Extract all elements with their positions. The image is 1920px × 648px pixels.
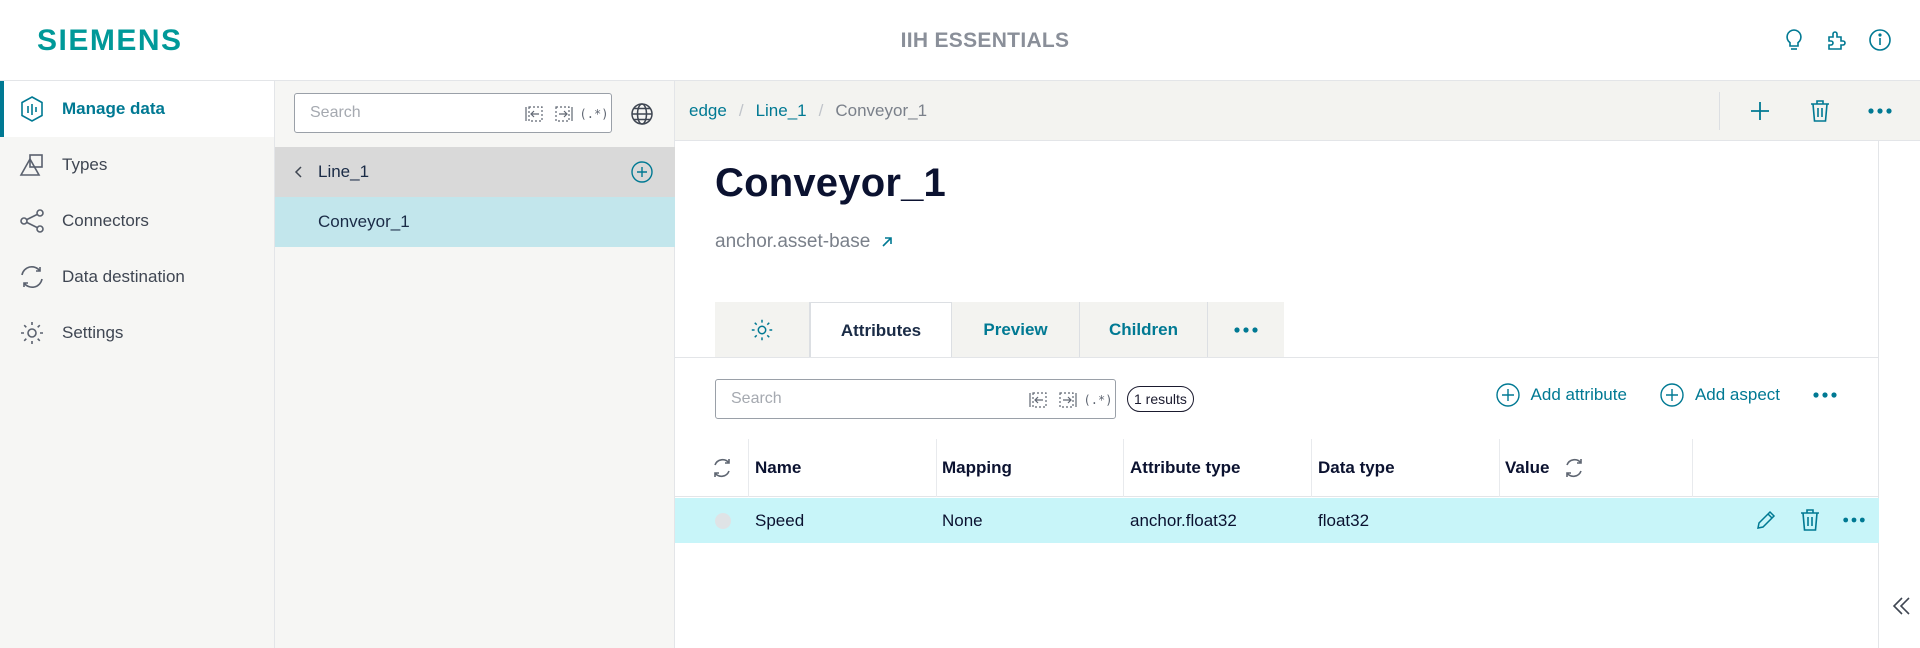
row-actions bbox=[1751, 505, 1869, 535]
add-attribute-button[interactable]: Add attribute bbox=[1495, 382, 1627, 408]
add-aspect-label: Add aspect bbox=[1694, 385, 1780, 404]
delete-icon[interactable] bbox=[1795, 505, 1825, 535]
cell-attribute-type: anchor.float32 bbox=[1130, 510, 1237, 530]
add-child-icon[interactable] bbox=[630, 160, 654, 184]
attribute-toolbar: Add attribute Add aspect bbox=[1495, 382, 1838, 408]
nav-item-types[interactable]: Types bbox=[0, 137, 274, 193]
column-header-attribute-type[interactable]: Attribute type bbox=[1130, 439, 1312, 497]
tab-divider bbox=[675, 357, 1879, 358]
globe-icon[interactable] bbox=[629, 101, 655, 127]
column-header-name[interactable]: Name bbox=[755, 439, 937, 497]
chevron-left-icon[interactable] bbox=[291, 164, 307, 180]
collapse-panel-icon[interactable] bbox=[1889, 594, 1913, 618]
breadcrumb-item-current: Conveyor_1 bbox=[835, 101, 928, 120]
column-header-data-type[interactable]: Data type bbox=[1318, 439, 1500, 497]
tab-settings[interactable] bbox=[715, 302, 810, 358]
manage-data-icon bbox=[18, 95, 46, 123]
asset-actions bbox=[1719, 81, 1920, 141]
tree-child-label: Conveyor_1 bbox=[318, 212, 410, 231]
app-title: IIH ESSENTIALS bbox=[900, 29, 1070, 52]
tab-more[interactable] bbox=[1208, 302, 1284, 358]
match-end-icon[interactable] bbox=[553, 103, 575, 125]
breadcrumb: edge / Line_1 / Conveyor_1 bbox=[689, 101, 927, 121]
tab-children[interactable]: Children bbox=[1080, 302, 1208, 358]
attribute-search-box: (.*) bbox=[715, 379, 1116, 419]
result-count-badge: 1 results bbox=[1127, 386, 1194, 412]
right-rail bbox=[1879, 141, 1920, 648]
external-link-icon[interactable] bbox=[880, 235, 894, 249]
add-circle-icon bbox=[1495, 382, 1521, 408]
lightbulb-icon[interactable] bbox=[1781, 26, 1807, 54]
more-icon bbox=[1233, 326, 1259, 334]
nav-item-manage-data[interactable]: Manage data bbox=[0, 81, 274, 137]
regex-toggle[interactable]: (.*) bbox=[1084, 389, 1113, 411]
breadcrumb-bar: edge / Line_1 / Conveyor_1 bbox=[675, 81, 1920, 141]
asset-type-link[interactable]: anchor.asset-base bbox=[715, 231, 894, 253]
asset-type-label: anchor.asset-base bbox=[715, 231, 871, 252]
nav-label: Connectors bbox=[62, 211, 149, 230]
column-header-value[interactable]: Value bbox=[1505, 439, 1693, 497]
breadcrumb-item-line[interactable]: Line_1 bbox=[756, 101, 807, 121]
divider bbox=[1719, 92, 1720, 130]
nav-label: Manage data bbox=[62, 99, 165, 118]
asset-tabs: Attributes Preview Children bbox=[715, 302, 1284, 358]
info-icon[interactable] bbox=[1867, 26, 1893, 54]
refresh-values-icon[interactable] bbox=[1563, 457, 1585, 479]
search-options: (.*) bbox=[1027, 389, 1113, 411]
cell-name: Speed bbox=[755, 510, 805, 530]
tree-search-input[interactable] bbox=[310, 94, 510, 132]
match-start-icon[interactable] bbox=[1027, 389, 1049, 411]
table-row[interactable]: Speed None anchor.float32 float32 bbox=[675, 498, 1879, 543]
cell-data-type: float32 bbox=[1318, 510, 1370, 530]
breadcrumb-item-edge[interactable]: edge bbox=[689, 101, 727, 121]
nav-item-data-destination[interactable]: Data destination bbox=[0, 249, 274, 305]
add-aspect-button[interactable]: Add aspect bbox=[1659, 382, 1780, 408]
add-circle-icon bbox=[1659, 382, 1685, 408]
more-options-button[interactable] bbox=[1860, 91, 1900, 131]
gear-icon bbox=[18, 319, 46, 347]
nav-item-connectors[interactable]: Connectors bbox=[0, 193, 274, 249]
tab-attributes[interactable]: Attributes bbox=[810, 302, 952, 358]
tree-child-row[interactable]: Conveyor_1 bbox=[275, 197, 675, 247]
puzzle-icon[interactable] bbox=[1824, 26, 1850, 54]
match-end-icon[interactable] bbox=[1057, 389, 1079, 411]
asset-detail-panel: Conveyor_1 anchor.asset-base Attributes … bbox=[675, 141, 1879, 648]
nav-label: Types bbox=[62, 155, 108, 174]
column-header-mapping[interactable]: Mapping bbox=[942, 439, 1124, 497]
nav-label: Settings bbox=[62, 323, 124, 342]
cell-mapping: None bbox=[942, 510, 983, 530]
value-header-label: Value bbox=[1505, 458, 1550, 477]
add-asset-button[interactable] bbox=[1740, 91, 1780, 131]
add-attribute-label: Add attribute bbox=[1530, 385, 1627, 404]
tree-parent-row[interactable]: Line_1 bbox=[275, 147, 675, 197]
table-header: Name Mapping Attribute type Data type Va… bbox=[675, 439, 1879, 497]
match-start-icon[interactable] bbox=[523, 103, 545, 125]
refresh-status-icon[interactable] bbox=[711, 439, 749, 497]
tree-parent-label: Line_1 bbox=[318, 162, 370, 181]
app-header: SIEMENS IIH ESSENTIALS bbox=[0, 0, 1920, 81]
main-navigation: Manage data Types Connectors Data destin… bbox=[0, 81, 275, 648]
search-options: (.*) bbox=[523, 103, 609, 125]
nav-item-settings[interactable]: Settings bbox=[0, 305, 274, 361]
status-indicator bbox=[715, 513, 731, 529]
breadcrumb-separator: / bbox=[738, 101, 744, 120]
delete-asset-button[interactable] bbox=[1800, 91, 1840, 131]
page-title: Conveyor_1 bbox=[715, 161, 946, 205]
types-icon bbox=[18, 151, 46, 179]
edit-icon[interactable] bbox=[1751, 505, 1781, 535]
more-icon[interactable] bbox=[1812, 382, 1838, 408]
sync-icon bbox=[18, 263, 46, 291]
gear-icon bbox=[749, 317, 775, 343]
header-actions bbox=[1781, 26, 1893, 54]
share-icon bbox=[18, 207, 46, 235]
asset-tree-panel: (.*) Line_1 Conveyor_1 bbox=[275, 81, 675, 648]
regex-toggle[interactable]: (.*) bbox=[580, 103, 609, 125]
tree-search-box: (.*) bbox=[294, 93, 612, 133]
breadcrumb-separator: / bbox=[818, 101, 824, 120]
attribute-search-input[interactable] bbox=[731, 380, 931, 418]
tab-preview[interactable]: Preview bbox=[952, 302, 1080, 358]
nav-label: Data destination bbox=[62, 267, 185, 286]
row-more-icon[interactable] bbox=[1839, 505, 1869, 535]
